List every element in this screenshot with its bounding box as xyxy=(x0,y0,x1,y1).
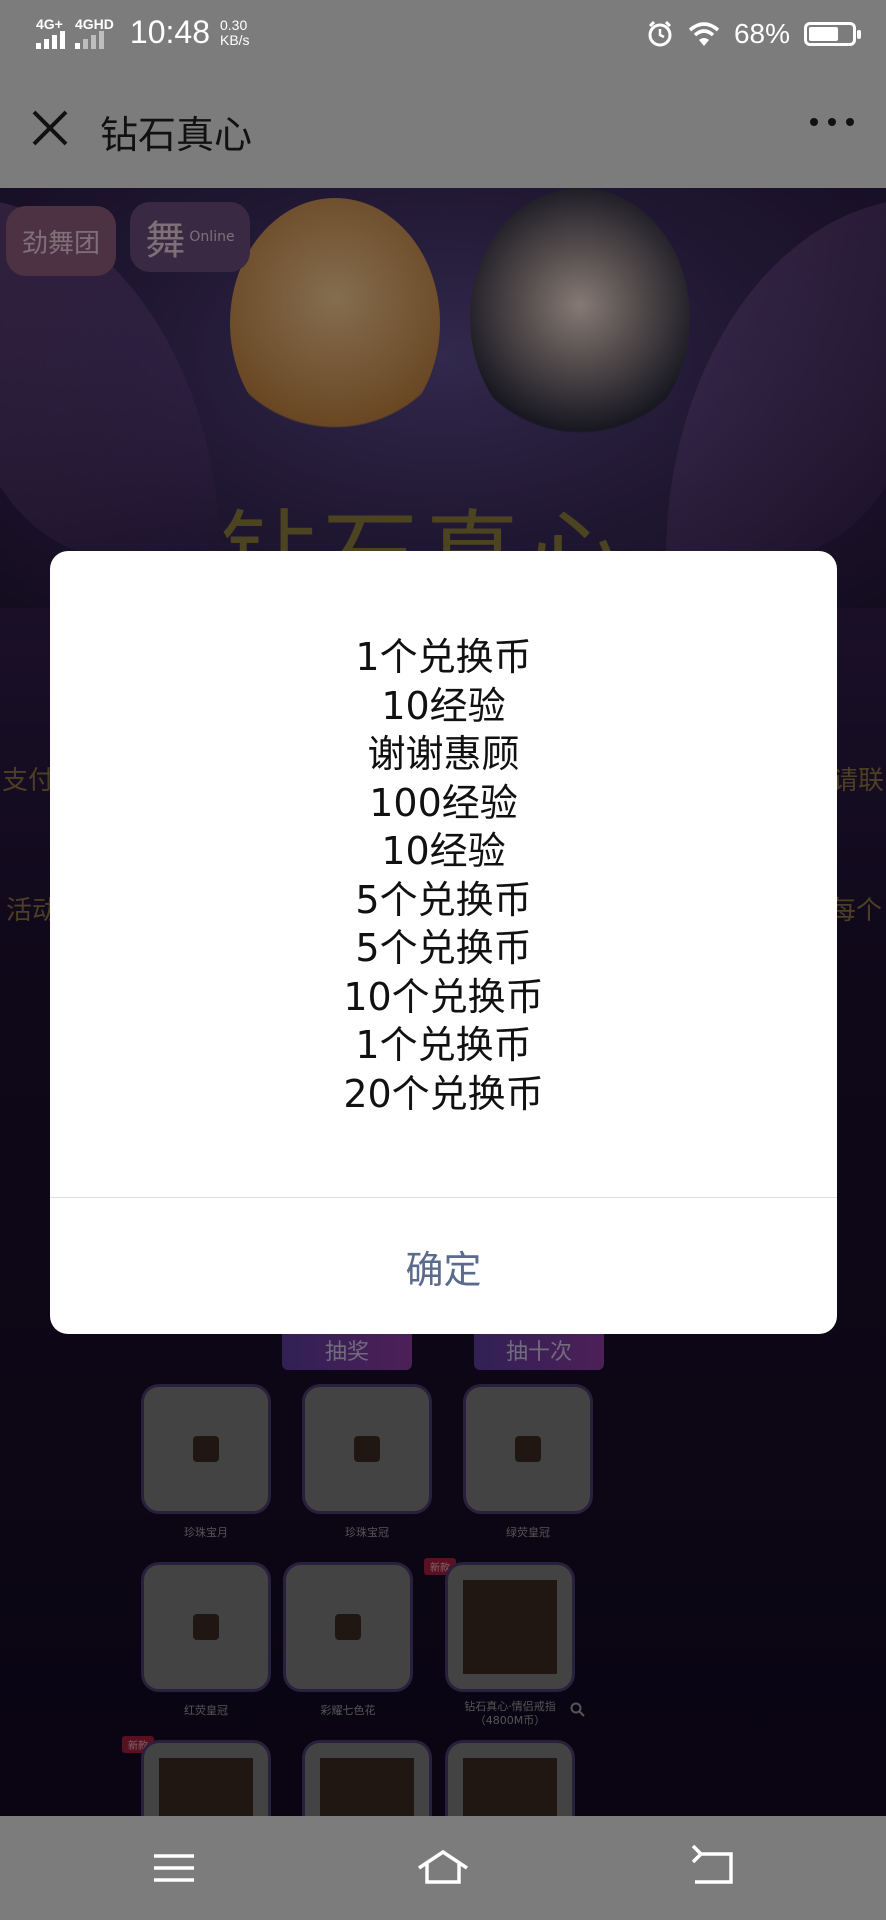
result-item: 1个兑换币 xyxy=(355,635,532,679)
status-bar: 4G+ 4GHD 10:48 0.30 KB/s 68% xyxy=(0,0,886,70)
prize-item[interactable] xyxy=(141,1740,271,1816)
prize-image xyxy=(463,1758,557,1816)
result-item: 5个兑换币 xyxy=(355,926,532,970)
prize-image xyxy=(193,1436,219,1462)
battery-percent: 68% xyxy=(733,18,790,49)
home-icon[interactable] xyxy=(413,1842,473,1894)
page-title: 钻石真心 xyxy=(100,113,253,157)
prize-item[interactable] xyxy=(445,1562,575,1692)
prize-image xyxy=(193,1614,219,1640)
draw-ten-button[interactable]: 抽十次 xyxy=(474,1330,604,1370)
prize-item[interactable] xyxy=(445,1740,575,1816)
result-dialog: 1个兑换币 10经验 谢谢惠顾 100经验 10经验 5个兑换币 5个兑换币 1… xyxy=(50,551,837,1334)
prize-image xyxy=(463,1580,557,1674)
back-icon[interactable] xyxy=(683,1842,743,1894)
close-icon[interactable] xyxy=(26,104,74,152)
result-item: 20个兑换币 xyxy=(343,1071,544,1116)
result-item: 谢谢惠顾 xyxy=(367,732,520,776)
speed-value: 0.30 xyxy=(219,16,248,33)
game-logo-right: 舞 Online xyxy=(130,202,250,272)
side-text-left-1: 支付 xyxy=(2,766,55,796)
prize-item[interactable] xyxy=(302,1740,432,1816)
result-item: 10经验 xyxy=(381,829,506,873)
side-text-right-1: 请联 xyxy=(831,766,884,796)
draw-button[interactable]: 抽奖 xyxy=(282,1330,412,1370)
logo-right-text: 舞 xyxy=(145,218,186,264)
character-right xyxy=(470,188,690,448)
prize-label: 珍珠宝冠 xyxy=(345,1526,389,1539)
result-item: 1个兑换币 xyxy=(355,1023,532,1067)
prize-item[interactable] xyxy=(141,1562,271,1692)
menu-icon[interactable] xyxy=(144,1842,204,1894)
prize-image xyxy=(320,1758,414,1816)
network-speed: 0.30 KB/s xyxy=(219,16,250,48)
prize-image xyxy=(515,1436,541,1462)
signal-bars-icon xyxy=(36,30,65,49)
side-text-right-2: 每个 xyxy=(829,896,882,926)
prize-image xyxy=(335,1614,361,1640)
title-bar: 钻石真心 xyxy=(0,70,886,188)
logo-right-sub: Online xyxy=(189,229,235,245)
prize-label: 珍珠宝月 xyxy=(184,1526,228,1539)
prize-item[interactable] xyxy=(302,1384,432,1514)
result-item: 5个兑换币 xyxy=(355,877,532,922)
prize-image xyxy=(354,1436,380,1462)
game-logo-left: 劲舞团 xyxy=(6,206,116,276)
clock: 10:48 xyxy=(129,14,210,50)
alarm-icon xyxy=(648,20,672,47)
signal-1: 4G+ xyxy=(36,17,65,49)
confirm-button[interactable]: 确定 xyxy=(50,1198,837,1334)
result-item: 100经验 xyxy=(369,780,518,825)
more-icon[interactable] xyxy=(810,118,854,126)
wing-right xyxy=(666,198,886,558)
zoom-icon[interactable] xyxy=(570,1702,586,1718)
battery-fill xyxy=(809,27,838,41)
prize-label: 彩耀七色花 xyxy=(320,1704,376,1717)
signal-bars-icon xyxy=(75,30,104,49)
network-2-label: 4GHD xyxy=(75,15,114,32)
wifi-icon xyxy=(688,22,720,46)
prize-item[interactable] xyxy=(283,1562,413,1692)
prize-image xyxy=(159,1758,253,1816)
prize-label: 绿荧皇冠 xyxy=(506,1526,550,1539)
speed-unit: KB/s xyxy=(219,31,250,48)
network-1-label: 4G+ xyxy=(36,15,63,32)
navigation-bar xyxy=(0,1816,886,1920)
result-item: 10经验 xyxy=(381,683,506,728)
prize-item[interactable] xyxy=(141,1384,271,1514)
logo-left-text: 劲舞团 xyxy=(21,228,100,259)
banner-image: 劲舞团 舞Online 钻石真心 xyxy=(0,188,886,612)
character-left xyxy=(230,198,440,448)
prize-item[interactable] xyxy=(463,1384,593,1514)
signal-2: 4GHD xyxy=(75,17,114,49)
result-item: 10个兑换币 xyxy=(343,974,544,1019)
result-list: 1个兑换币 10经验 谢谢惠顾 100经验 10经验 5个兑换币 5个兑换币 1… xyxy=(50,633,837,1118)
battery-icon xyxy=(804,22,861,46)
